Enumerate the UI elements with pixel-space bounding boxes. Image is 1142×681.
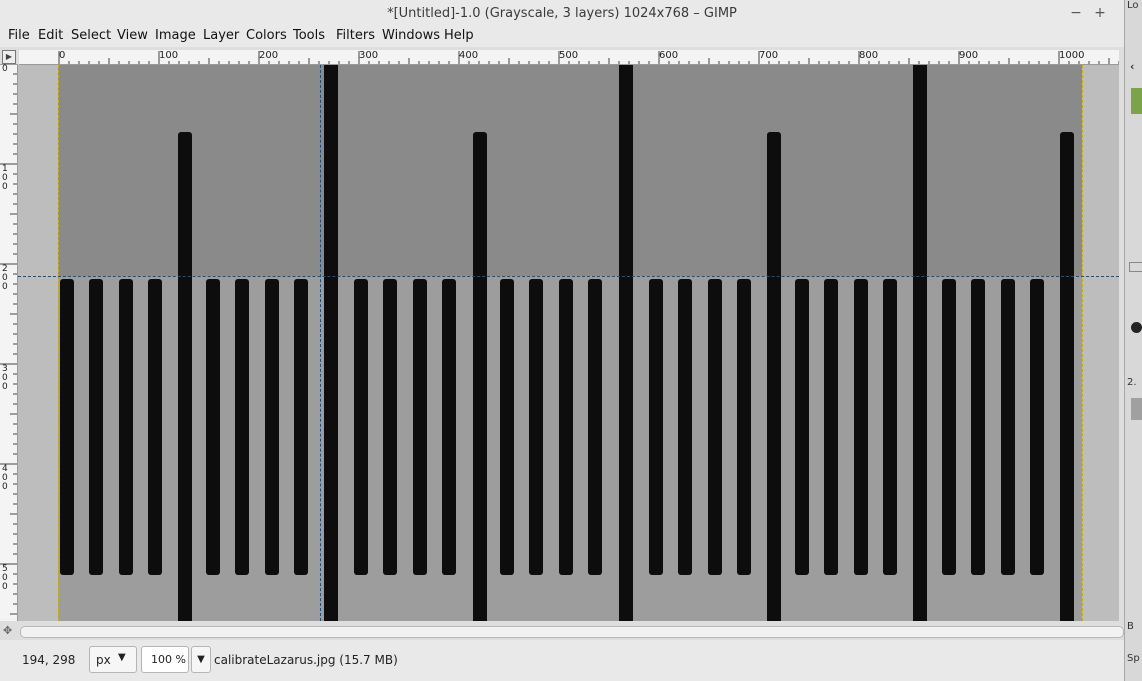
scale-mark-short (558, 279, 573, 575)
chevron-down-icon: ▼ (118, 652, 126, 663)
menu-select[interactable]: Select (71, 28, 111, 43)
zoom-input[interactable]: 100 % (141, 646, 189, 673)
vertical-ruler[interactable]: 0 100 200 300 400 500 (0, 64, 18, 621)
hruler-label-500: 500 (559, 50, 579, 61)
vruler-label-500: 500 (2, 564, 8, 592)
scale-mark-short (588, 279, 603, 575)
menu-file[interactable]: File (8, 28, 30, 43)
vertical-ruler-ticks (0, 64, 17, 615)
scale-mark-short (678, 279, 693, 575)
scale-mark-short (294, 279, 309, 575)
scale-mark-short (412, 279, 427, 575)
hruler-label-300: 300 (359, 50, 379, 61)
scale-mark-long (913, 65, 927, 621)
quick-mask-toggle[interactable]: ▶ (2, 50, 16, 64)
hruler-label-1000: 1000 (1059, 50, 1085, 61)
brush-icon[interactable] (1131, 322, 1142, 333)
scale-mark-long (324, 65, 338, 621)
scale-mark-short (795, 279, 809, 575)
navigate-icon[interactable]: ✥ (3, 624, 12, 637)
scale-mark-short (235, 279, 250, 575)
scale-mark-medium (1060, 132, 1074, 621)
maximize-button[interactable]: + (1091, 4, 1109, 22)
horizontal-scrollbar[interactable] (20, 626, 1124, 638)
dock-sp-label: Sp (1127, 653, 1140, 664)
hruler-label-600: 600 (659, 50, 679, 61)
vruler-label-0: 0 (2, 64, 8, 74)
scale-mark-short (1000, 279, 1015, 575)
status-bar: 194, 298 px ▼ 100 % ▼ calibrateLazarus.j… (0, 640, 1124, 681)
zoom-dropdown-button[interactable]: ▼ (191, 646, 211, 673)
menu-windows[interactable]: Windows (382, 28, 440, 43)
scale-mark-short (354, 279, 368, 575)
image-boundary-left (58, 65, 59, 621)
chevron-left-icon[interactable]: ‹ (1130, 60, 1134, 73)
pointer-coordinates: 194, 298 (22, 653, 76, 667)
vruler-label-100: 100 (2, 164, 8, 192)
minimize-button[interactable]: − (1067, 4, 1085, 22)
status-message: calibrateLazarus.jpg (15.7 MB) (214, 653, 398, 667)
zoom-value: 100 % (151, 653, 186, 666)
hruler-label-100: 100 (159, 50, 179, 61)
menu-tools[interactable]: Tools (293, 28, 325, 43)
scale-mark-short (942, 279, 956, 575)
menu-layer[interactable]: Layer (203, 28, 239, 43)
menu-help[interactable]: Help (444, 28, 474, 43)
vruler-label-300: 300 (2, 364, 8, 392)
scale-mark-short (148, 279, 163, 575)
hruler-label-0: 0 (59, 50, 66, 61)
layer-highlight[interactable] (1131, 88, 1142, 114)
menu-view[interactable]: View (117, 28, 148, 43)
scale-mark-short (529, 279, 544, 575)
scale-mark-long (619, 65, 633, 621)
title-bar: *[Untitled]-1.0 (Grayscale, 3 layers) 10… (0, 0, 1124, 27)
horizontal-guide[interactable] (18, 276, 1119, 277)
hruler-label-200: 200 (259, 50, 279, 61)
scale-mark-short (853, 279, 868, 575)
scale-mark-short (60, 279, 74, 575)
scale-mark-short (707, 279, 722, 575)
scale-mark-medium (767, 132, 781, 621)
dock-number-label: 2. (1127, 377, 1137, 388)
scale-mark-short (442, 279, 457, 575)
panel-field[interactable] (1129, 262, 1142, 272)
unit-selector[interactable]: px ▼ (89, 646, 137, 673)
scale-mark-short (264, 279, 279, 575)
scale-mark-short (206, 279, 220, 575)
scale-mark-short (737, 279, 752, 575)
menu-colors[interactable]: Colors (246, 28, 287, 43)
unit-value: px (96, 653, 111, 667)
scale-mark-short (971, 279, 986, 575)
scale-mark-short (500, 279, 514, 575)
dock-b-label: B (1127, 621, 1134, 632)
vertical-guide[interactable] (320, 65, 321, 621)
scale-mark-short (883, 279, 898, 575)
image-canvas[interactable] (58, 65, 1082, 621)
hruler-label-800: 800 (859, 50, 879, 61)
scale-mark-short (1030, 279, 1045, 575)
menu-edit[interactable]: Edit (38, 28, 63, 43)
menu-filters[interactable]: Filters (336, 28, 375, 43)
scale-mark-short (649, 279, 663, 575)
hruler-label-400: 400 (459, 50, 479, 61)
scale-mark-medium (473, 132, 487, 621)
scale-mark-short (824, 279, 839, 575)
pattern-thumbnail[interactable] (1131, 398, 1142, 420)
image-boundary-right (1082, 65, 1083, 621)
window-title: *[Untitled]-1.0 (Grayscale, 3 layers) 10… (387, 6, 737, 21)
vruler-label-200: 200 (2, 264, 8, 292)
vruler-label-400: 400 (2, 464, 8, 492)
menu-bar: File Edit Select View Image Layer Colors… (0, 27, 1124, 47)
dock-panel: Lo ‹ 2. B Sp (1124, 0, 1142, 681)
hruler-label-700: 700 (759, 50, 779, 61)
scale-mark-medium (178, 132, 192, 621)
scale-mark-short (118, 279, 133, 575)
scale-mark-short (383, 279, 398, 575)
dock-tab-label[interactable]: Lo (1127, 0, 1139, 11)
horizontal-ruler[interactable]: 0 100 200 300 400 500 600 700 800 900 10… (19, 50, 1119, 65)
scale-mark-short (89, 279, 104, 575)
canvas-viewport[interactable] (18, 65, 1119, 621)
hruler-label-900: 900 (959, 50, 979, 61)
menu-image[interactable]: Image (155, 28, 196, 43)
